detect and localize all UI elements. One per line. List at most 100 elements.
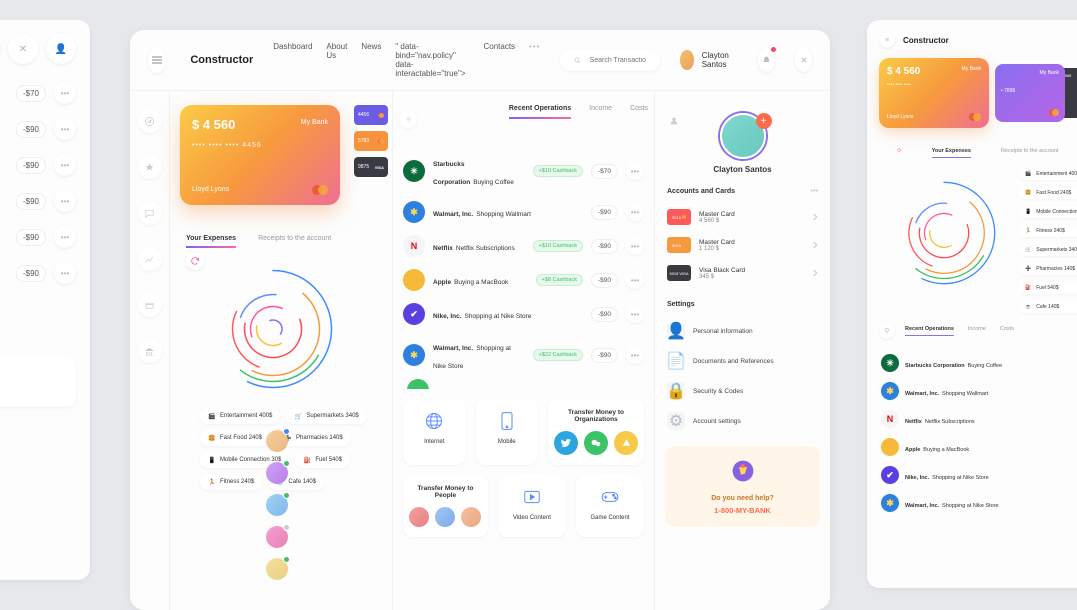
tab-costs[interactable]: Costs — [1000, 326, 1014, 336]
profile-avatar[interactable]: + — [720, 113, 766, 159]
transaction-row[interactable]: ✳ Starbucks CorporationBuying Coffee +$1… — [399, 147, 648, 195]
more-icon[interactable]: ••• — [626, 346, 644, 364]
message-icon[interactable] — [138, 201, 162, 225]
more-icon[interactable]: ••• — [626, 305, 644, 323]
filter-icon[interactable] — [399, 110, 417, 128]
legend-item[interactable]: 🍔Fast Food 240$ — [200, 430, 270, 446]
more-icon[interactable]: ••• — [54, 154, 76, 176]
chart-icon[interactable] — [138, 247, 162, 271]
legend-item[interactable]: ➕Pharmacies 140$ — [1019, 263, 1077, 275]
contact-avatar[interactable] — [266, 430, 288, 452]
transaction-row[interactable]: N NetflixNetflix Subscriptions +$10 Cash… — [879, 405, 1077, 433]
contact-avatar[interactable] — [266, 526, 288, 548]
tab-income[interactable]: Income — [589, 105, 612, 119]
settings-item[interactable]: 📄Documents and References — [665, 346, 820, 376]
star-icon[interactable] — [138, 155, 162, 179]
close-icon[interactable] — [795, 48, 812, 72]
search-box[interactable] — [560, 50, 660, 71]
tab-income[interactable]: Income — [968, 326, 986, 336]
credit-card[interactable]: $ 4 560 My Bank •••• •••• •••• Lloyd Lyo… — [879, 58, 989, 128]
wechat-icon[interactable] — [584, 431, 608, 455]
person-avatar[interactable] — [461, 507, 481, 527]
card-thumbnail[interactable]: 4456 — [354, 105, 388, 125]
person-avatar[interactable] — [409, 507, 429, 527]
user-block[interactable]: Clayton Santos — [680, 50, 738, 70]
transaction-row[interactable]: N NetflixNetflix Subscriptions +$10 Cash… — [399, 229, 648, 263]
help-phone[interactable]: 1-800-MY-BANK — [677, 506, 808, 515]
tab-receipts[interactable]: Receipts to the account — [1001, 148, 1058, 158]
filter-icon[interactable]: ⚲ — [879, 323, 895, 339]
close-icon[interactable]: ✕ — [8, 34, 38, 64]
account-row[interactable]: 9015 Master Card4 560 $ › — [665, 203, 820, 231]
legend-item[interactable]: ☕Cafe 140$ — [1019, 301, 1077, 313]
settings-item[interactable]: 🔒Security & Codes — [665, 376, 820, 406]
settings-item[interactable]: 👤Personal information — [665, 316, 820, 346]
contact-avatar[interactable] — [266, 558, 288, 580]
settings-item[interactable]: ⚙Account settings — [665, 406, 820, 436]
add-icon[interactable]: + — [756, 113, 772, 129]
more-icon[interactable]: ••• — [626, 162, 644, 180]
tab-expenses[interactable]: Your Expenses — [186, 235, 236, 248]
credit-card-secondary[interactable]: My Bank • 7896 — [995, 64, 1065, 122]
twitter-icon[interactable] — [554, 431, 578, 455]
more-icon[interactable]: ••• — [811, 188, 818, 195]
account-row[interactable]: 9015 Master Card1 120 $ › — [665, 231, 820, 259]
bell-icon[interactable] — [758, 48, 775, 72]
nav-about[interactable]: About Us — [326, 42, 347, 78]
menu-icon[interactable]: ≡ — [879, 32, 895, 48]
transaction-row[interactable]: ✱ Walmart, Inc.Shopping at Nike Store +$… — [879, 489, 1077, 517]
nav-more[interactable]: ••• — [529, 42, 540, 78]
transaction-row[interactable]: ✱ Walmart, Inc.Shopping at Nike Store +$… — [399, 331, 648, 379]
game-content-card[interactable]: Game Content — [0, 355, 76, 407]
tab-recent[interactable]: Recent Operations — [509, 105, 571, 119]
transaction-row[interactable]: ✳ Starbucks CorporationBuying Coffee +$1… — [879, 349, 1077, 377]
legend-item[interactable]: 🎬Entertainment 400$ — [200, 408, 280, 424]
legend-item[interactable]: 📱Mobile Connection 30$ — [1019, 206, 1077, 218]
person-avatar[interactable] — [435, 507, 455, 527]
transaction-row[interactable]: ✱ Walmart, Inc.Shopping Wallmart -$90 ••… — [399, 195, 648, 229]
legend-item[interactable]: 🏃Fitness 240$ — [200, 474, 262, 490]
more-icon[interactable]: ••• — [54, 190, 76, 212]
more-icon[interactable]: ••• — [626, 271, 644, 289]
legend-item[interactable]: ⛽Fuel 540$ — [1019, 282, 1077, 294]
tab-recent[interactable]: Recent Operations — [905, 326, 954, 336]
legend-item[interactable]: 🛒Supermarkets 340$ — [286, 408, 366, 424]
tab-receipts[interactable]: Receipts to the account — [258, 235, 331, 248]
transaction-row[interactable]: AppleBuying a MacBook +$8 Cashback -$90 … — [399, 263, 648, 297]
more-icon[interactable]: ••• — [54, 118, 76, 140]
transaction-row[interactable]: ✔ Nike, Inc.Shopping at Nike Store -$90 … — [399, 297, 648, 331]
user-icon[interactable]: 👤 — [46, 34, 76, 64]
more-icon[interactable]: ••• — [54, 82, 76, 104]
more-icon[interactable]: ••• — [54, 226, 76, 248]
search-input[interactable] — [590, 57, 647, 64]
contact-avatar[interactable] — [266, 462, 288, 484]
account-row[interactable]: 9015VISA Visa Black Card345 $ › — [665, 259, 820, 287]
transaction-row[interactable]: ✱ Walmart, Inc.Shopping Wallmart -$90 — [879, 377, 1077, 405]
more-icon[interactable]: ••• — [626, 203, 644, 221]
credit-card[interactable]: $ 4 560 My Bank •••• •••• •••• 4456 Lloy… — [180, 105, 340, 205]
legend-item[interactable]: 🏃Fitness 240$ — [1019, 225, 1077, 237]
tab-expenses[interactable]: Your Expenses — [932, 148, 971, 158]
mobile-card[interactable]: Mobile — [476, 399, 539, 465]
legend-item[interactable]: 🍔Fast Food 240$ — [1019, 187, 1077, 199]
bank-icon[interactable] — [138, 339, 162, 363]
nav-dashboard[interactable]: Dashboard — [273, 42, 312, 78]
internet-card[interactable]: Internet — [403, 399, 466, 465]
game-card[interactable]: Game Content — [576, 475, 644, 537]
transaction-row[interactable]: ✔ Nike, Inc.Shopping at Nike Store -$90 — [879, 461, 1077, 489]
menu-icon[interactable] — [148, 47, 166, 73]
nav-contacts[interactable]: Contacts — [483, 42, 515, 78]
contact-avatar[interactable] — [266, 494, 288, 516]
legend-item[interactable]: 🎬Entertainment 400$ — [1019, 168, 1077, 180]
card-thumbnail[interactable]: 5783 — [354, 131, 388, 151]
wallet-icon[interactable] — [138, 293, 162, 317]
compass-icon[interactable] — [138, 109, 162, 133]
drive-icon[interactable] — [614, 431, 638, 455]
transaction-row[interactable]: AppleBuying a MacBook +$8 Cashback -$90 — [879, 433, 1077, 461]
nav-news[interactable]: News — [361, 42, 381, 78]
card-thumbnail[interactable]: 9875VISA — [354, 157, 388, 177]
video-card[interactable]: Video Content — [498, 475, 566, 537]
more-icon[interactable]: ••• — [54, 262, 76, 284]
legend-item[interactable]: 🛒Supermarkets 340$ — [1019, 244, 1077, 256]
chart-refresh-icon[interactable]: ⟳ — [897, 148, 902, 158]
